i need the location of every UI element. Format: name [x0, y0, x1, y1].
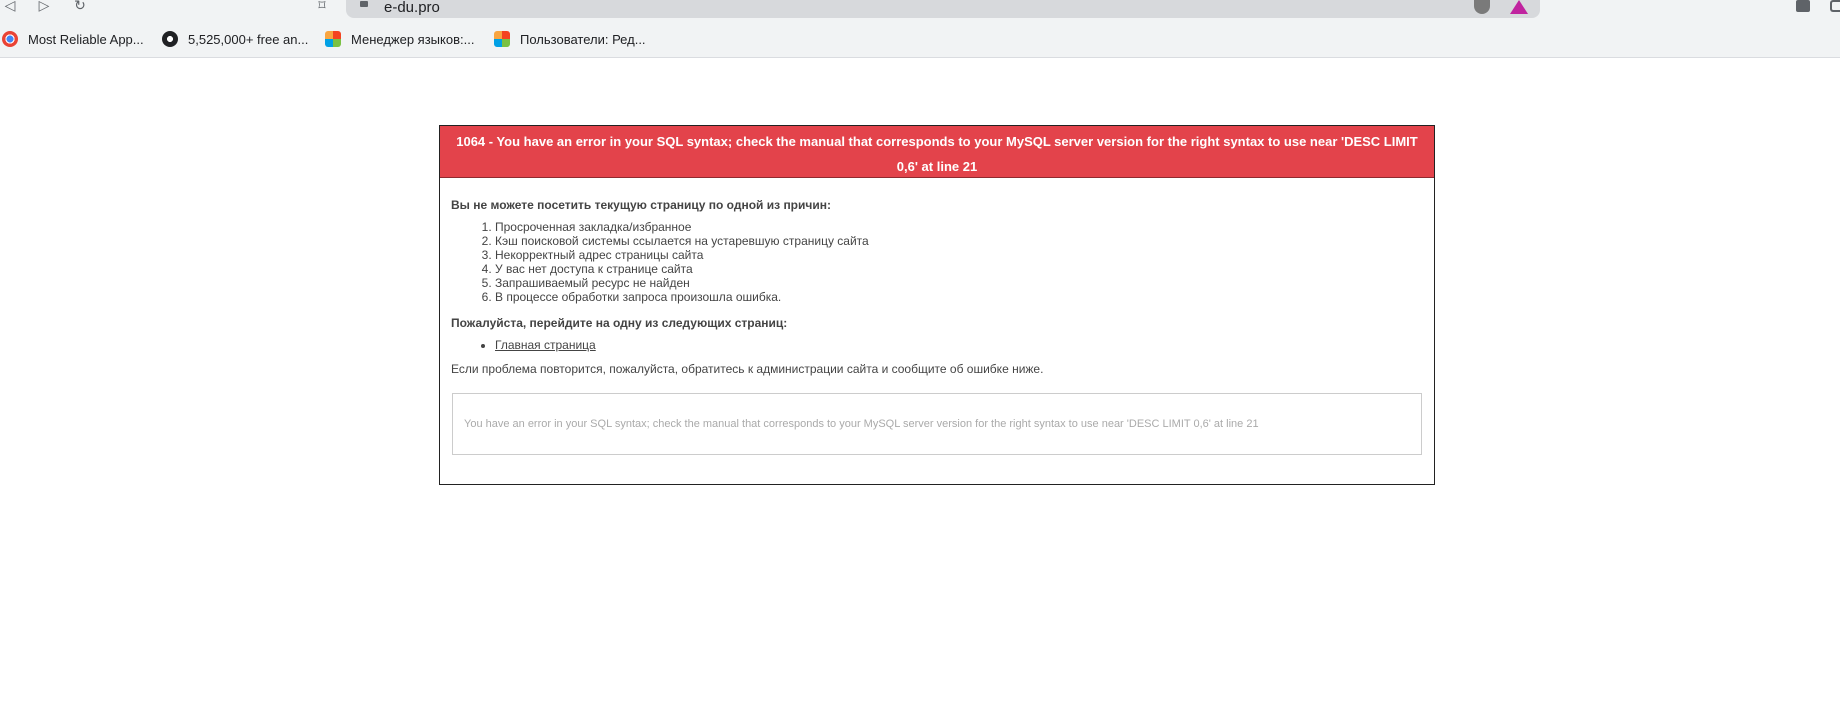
address-url[interactable]: e-du.pro	[384, 0, 440, 16]
browser-toolbar: ◁ ▷ ↻ ⌑ e-du.pro	[0, 0, 1840, 20]
list-item: У вас нет доступа к странице сайта	[495, 262, 1423, 276]
error-title: 1064 - You have an error in your SQL syn…	[440, 126, 1434, 178]
bookmark-item[interactable]: Most Reliable App...	[2, 29, 144, 49]
chrome-icon	[2, 31, 18, 47]
list-item: Кэш поисковой системы ссылается на устар…	[495, 234, 1423, 248]
error-panel: 1064 - You have an error in your SQL syn…	[439, 125, 1435, 485]
bookmark-label: 5,525,000+ free an...	[188, 31, 309, 47]
bookmark-label: Менеджер языков:...	[351, 31, 475, 47]
reasons-heading: Вы не можете посетить текущую страницу п…	[451, 198, 831, 212]
list-item: Главная страница	[495, 338, 1423, 352]
bookmarks-bar: Most Reliable App... 5,525,000+ free an.…	[0, 20, 1840, 58]
reasons-list: Просроченная закладка/избранное Кэш поис…	[451, 220, 1423, 304]
extensions-icon[interactable]	[1796, 0, 1810, 12]
reload-icon[interactable]: ↻	[70, 0, 90, 14]
back-icon[interactable]: ◁	[0, 0, 20, 14]
brave-rewards-icon[interactable]	[1510, 0, 1528, 14]
home-link[interactable]: Главная страница	[495, 338, 596, 352]
error-detail-text: You have an error in your SQL syntax; ch…	[464, 418, 1259, 430]
pages-heading: Пожалуйста, перейдите на одну из следующ…	[451, 316, 788, 330]
error-detail-box: You have an error in your SQL syntax; ch…	[452, 393, 1422, 455]
list-item: Просроченная закладка/избранное	[495, 220, 1423, 234]
joomla-icon	[325, 31, 341, 47]
profile-icon[interactable]	[1830, 0, 1840, 12]
bookmark-item[interactable]: 5,525,000+ free an...	[162, 29, 308, 49]
list-item: В процессе обработки запроса произошла о…	[495, 290, 1423, 304]
bookmark-item[interactable]: Пользователи: Ред...	[494, 29, 646, 49]
list-item: Некорректный адрес страницы сайта	[495, 248, 1423, 262]
address-bar[interactable]: e-du.pro	[346, 0, 1540, 18]
bookmark-star-icon[interactable]: ⌑	[312, 0, 332, 14]
bookmark-label: Most Reliable App...	[28, 31, 144, 47]
bookmark-label: Пользователи: Ред...	[520, 31, 646, 47]
lock-icon	[360, 1, 368, 7]
error-body: Вы не можете посетить текущую страницу п…	[440, 178, 1434, 376]
forward-icon[interactable]: ▷	[34, 0, 54, 14]
pages-list: Главная страница	[451, 338, 1423, 352]
joomla-icon	[494, 31, 510, 47]
support-note: Если проблема повторится, пожалуйста, об…	[451, 362, 1044, 376]
bookmark-item[interactable]: Менеджер языков:...	[325, 29, 474, 49]
drive-icon	[162, 31, 178, 47]
list-item: Запрашиваемый ресурс не найден	[495, 276, 1423, 290]
